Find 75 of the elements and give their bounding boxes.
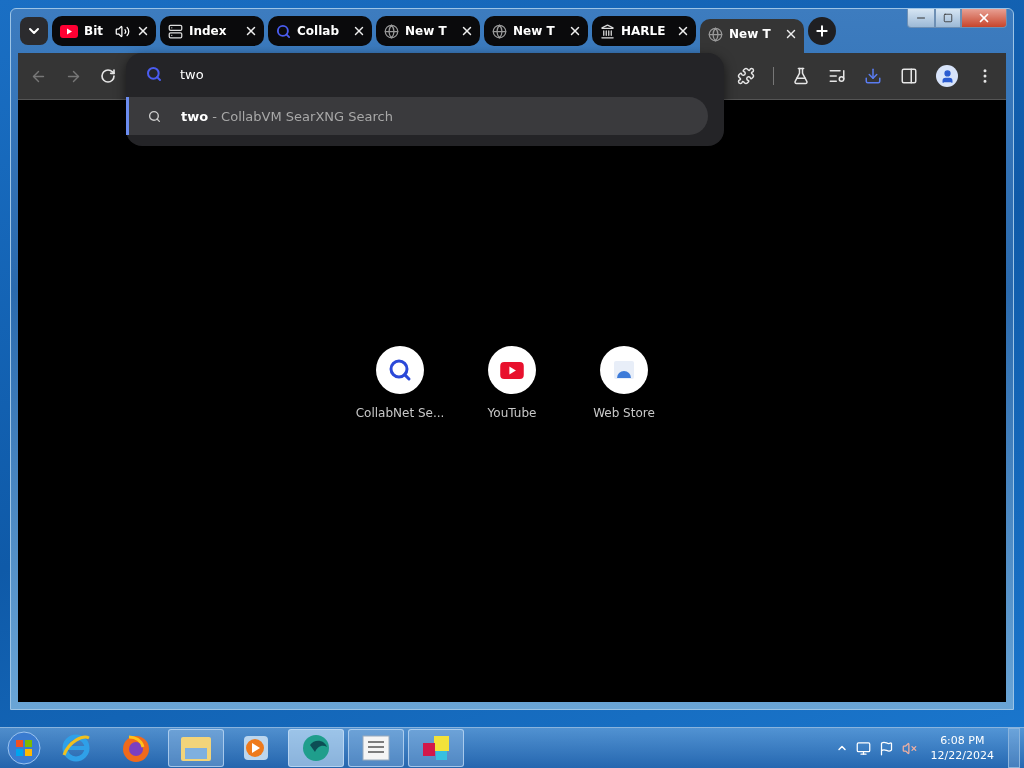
browser-tab[interactable]: Collab <box>268 16 372 46</box>
globe-icon <box>301 733 331 763</box>
tab-list-button[interactable] <box>20 17 48 45</box>
tab-title: New T <box>513 24 556 38</box>
maximize-icon <box>943 13 953 23</box>
browser-tab[interactable]: New T <box>376 16 480 46</box>
folder-icon <box>180 734 212 762</box>
close-tab-icon[interactable] <box>568 24 582 38</box>
shortcut-tile[interactable]: YouTube <box>464 346 560 420</box>
side-panel-icon[interactable] <box>900 67 918 85</box>
minimize-button[interactable] <box>907 9 935 28</box>
tab-title: New T <box>405 24 448 38</box>
tab-title: New T <box>729 27 772 41</box>
clock-time: 6:08 PM <box>940 733 985 748</box>
reload-icon[interactable] <box>100 68 116 84</box>
address-field[interactable]: two <box>180 66 680 82</box>
store-icon <box>613 360 635 380</box>
browser-tab[interactable]: Bit <box>52 16 156 46</box>
puzzle-icon[interactable] <box>737 67 755 85</box>
browser-tab[interactable]: HARLE <box>592 16 696 46</box>
close-tab-icon[interactable] <box>676 24 690 38</box>
server-icon <box>168 23 183 39</box>
close-tab-icon[interactable] <box>244 24 258 38</box>
clock-date: 12/22/2024 <box>930 748 994 763</box>
globe-icon <box>384 23 399 39</box>
search-icon <box>146 66 162 82</box>
plus-icon <box>814 23 830 39</box>
windows-logo-icon <box>7 731 41 765</box>
building-icon <box>600 23 615 39</box>
video-play-icon <box>500 361 524 379</box>
flask-icon[interactable] <box>792 67 810 85</box>
close-button[interactable] <box>961 9 1007 28</box>
browser-tab[interactable]: New T <box>484 16 588 46</box>
new-tab-button[interactable] <box>808 17 836 45</box>
close-tab-icon[interactable] <box>784 27 798 41</box>
browser-tab[interactable]: Index <box>160 16 264 46</box>
shortcut-label: YouTube <box>487 406 537 420</box>
music-list-icon[interactable] <box>828 67 846 85</box>
clock[interactable]: 6:08 PM 12/22/2024 <box>930 733 994 763</box>
list-icon <box>362 735 390 761</box>
network-icon[interactable] <box>855 740 871 756</box>
start-button[interactable] <box>4 729 44 767</box>
flag-icon[interactable] <box>878 740 894 756</box>
video-play-icon <box>60 24 78 38</box>
tab-title: HARLE <box>621 24 667 38</box>
profile-avatar[interactable] <box>936 65 958 87</box>
tab-title: Index <box>189 24 228 38</box>
close-tab-icon[interactable] <box>352 24 366 38</box>
shortcut-tile[interactable]: Web Store <box>576 346 672 420</box>
maximize-button[interactable] <box>935 9 961 28</box>
search-icon <box>276 23 291 39</box>
taskbar-button[interactable] <box>348 729 404 767</box>
shortcut-tile[interactable]: CollabNet Se... <box>352 346 448 420</box>
taskbar-button[interactable] <box>408 729 464 767</box>
globe-icon <box>708 26 723 42</box>
download-icon[interactable] <box>864 67 882 85</box>
speaker-icon[interactable] <box>115 23 130 39</box>
close-tab-icon[interactable] <box>136 24 150 38</box>
color-squares-icon <box>421 734 451 762</box>
close-tab-icon[interactable] <box>460 24 474 38</box>
search-icon <box>388 358 412 382</box>
play-icon <box>242 734 270 762</box>
tab-title: Bit <box>84 24 104 38</box>
fox-globe-icon <box>121 733 151 763</box>
letter-e-icon <box>61 733 91 763</box>
shortcut-label: CollabNet Se... <box>355 406 445 420</box>
suggestion-row[interactable]: two - CollabVM SearXNG Search <box>126 97 708 135</box>
suggestion-text: two - CollabVM SearXNG Search <box>181 108 393 124</box>
search-icon <box>148 109 161 123</box>
shortcut-label: Web Store <box>593 406 655 420</box>
globe-icon <box>492 23 507 39</box>
close-icon <box>977 11 991 25</box>
person-icon <box>939 68 955 84</box>
tab-title: Collab <box>297 24 340 38</box>
taskbar-button[interactable] <box>288 729 344 767</box>
